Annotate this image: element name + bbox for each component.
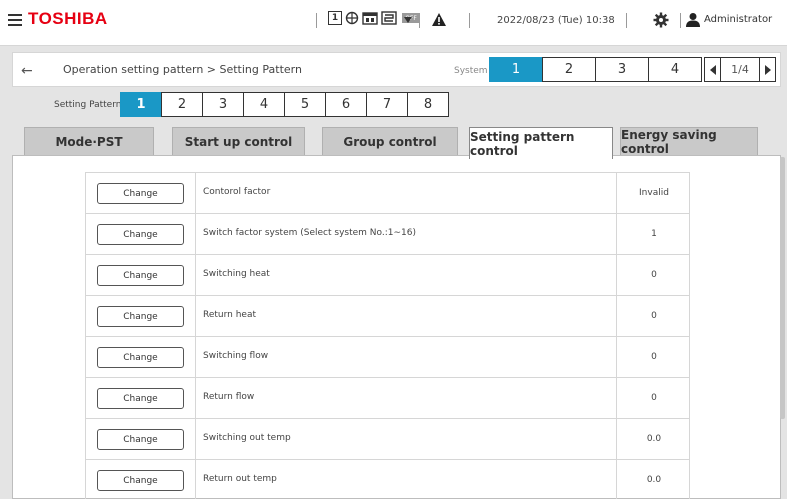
table-row: Change Contorol factor Invalid [85,173,690,214]
pattern-tab-8[interactable]: 8 [407,92,449,117]
breadcrumb: Operation setting pattern > Setting Patt… [63,63,302,76]
user-icon[interactable] [686,12,700,27]
table-row: Change Switch factor system (Select syst… [85,214,690,255]
change-button[interactable]: Change [97,429,184,450]
setting-value: 0 [616,337,691,377]
schedule-icon [362,12,378,25]
warning-icon[interactable] [431,12,447,27]
brand-logo: TOSHIBA [28,9,108,28]
pattern-tab-5[interactable]: 5 [284,92,326,117]
back-arrow-icon[interactable]: ← [21,63,33,79]
change-button[interactable]: Change [97,470,184,491]
hamburger-menu-icon[interactable] [8,13,22,27]
system-tab-1[interactable]: 1 [489,57,543,82]
pattern-tab-4[interactable]: 4 [243,92,285,117]
pager-next-icon[interactable] [759,58,775,81]
setting-name: Return out temp [203,474,277,484]
gear-icon[interactable] [653,12,669,28]
tab-energy-saving-control[interactable]: Energy saving control [620,127,758,156]
fan-icon [345,11,359,25]
setting-value: 0.0 [616,419,691,459]
setting-name: Return flow [203,392,255,402]
change-button[interactable]: Change [97,347,184,368]
pattern-tab-2[interactable]: 2 [161,92,203,117]
setting-pattern-label: Setting Pattern [54,100,122,110]
setting-name: Switching out temp [203,433,291,443]
lock-control-icon [381,11,397,25]
table-row: Change Switching heat 0 [85,255,690,296]
setting-value: 0 [616,296,691,336]
tab-start-up-control[interactable]: Start up control [172,127,305,155]
header-divider [680,13,681,28]
change-button[interactable]: Change [97,224,184,245]
user-name[interactable]: Administrator [704,14,772,25]
setting-value: Invalid [616,173,691,213]
system-tab-3[interactable]: 3 [595,57,649,82]
setting-value: 0 [616,255,691,295]
system-tab-4[interactable]: 4 [648,57,702,82]
setting-value: 0.0 [616,460,691,499]
pattern-tab-7[interactable]: 7 [366,92,408,117]
header-divider [419,13,420,28]
setting-name: Switching heat [203,269,270,279]
header-divider [626,13,627,28]
settings-table: Change Contorol factor Invalid Change Sw… [85,172,690,499]
pattern-tab-6[interactable]: 6 [325,92,367,117]
change-button[interactable]: Change [97,265,184,286]
status-box-icon: 1 [328,11,342,25]
vertical-scrollbar[interactable] [780,157,785,419]
setting-name: Return heat [203,310,257,320]
system-tabs: 1 2 3 4 [489,57,702,82]
table-row: Change Switching flow 0 [85,337,690,378]
system-tab-2[interactable]: 2 [542,57,596,82]
setting-pattern-tabs: 1 2 3 4 5 6 7 8 [120,92,449,117]
setting-value: 0 [616,378,691,418]
tab-setting-pattern-control[interactable]: Setting pattern control [469,127,613,159]
change-button[interactable]: Change [97,388,184,409]
change-button[interactable]: Change [97,306,184,327]
table-row: Change Switching out temp 0.0 [85,419,690,460]
chevron-down-icon[interactable] [404,17,412,23]
setting-value: 1 [616,214,691,254]
setting-name: Contorol factor [203,187,271,197]
tab-mode-pst[interactable]: Mode·PST [24,127,154,155]
setting-name: Switch factor system (Select system No.:… [203,228,416,238]
table-row: Change Return flow 0 [85,378,690,419]
breadcrumb-bar: ← Operation setting pattern > Setting Pa… [12,52,781,87]
pattern-tab-1[interactable]: 1 [120,92,162,117]
pager-prev-icon[interactable] [705,58,721,81]
pager: 1/4 [704,57,776,82]
app-header: TOSHIBA 1 OFF 2022/08/23 (Tue) 10:38 Adm… [0,0,787,46]
pattern-tab-3[interactable]: 3 [202,92,244,117]
header-divider [316,13,317,28]
system-label: System [454,66,488,76]
table-row: Change Return out temp 0.0 [85,460,690,499]
setting-name: Switching flow [203,351,269,361]
change-button[interactable]: Change [97,183,184,204]
header-divider [469,13,470,28]
tab-group-control[interactable]: Group control [322,127,458,155]
datetime-display: 2022/08/23 (Tue) 10:38 [497,15,615,26]
pager-text: 1/4 [731,63,749,76]
table-row: Change Return heat 0 [85,296,690,337]
